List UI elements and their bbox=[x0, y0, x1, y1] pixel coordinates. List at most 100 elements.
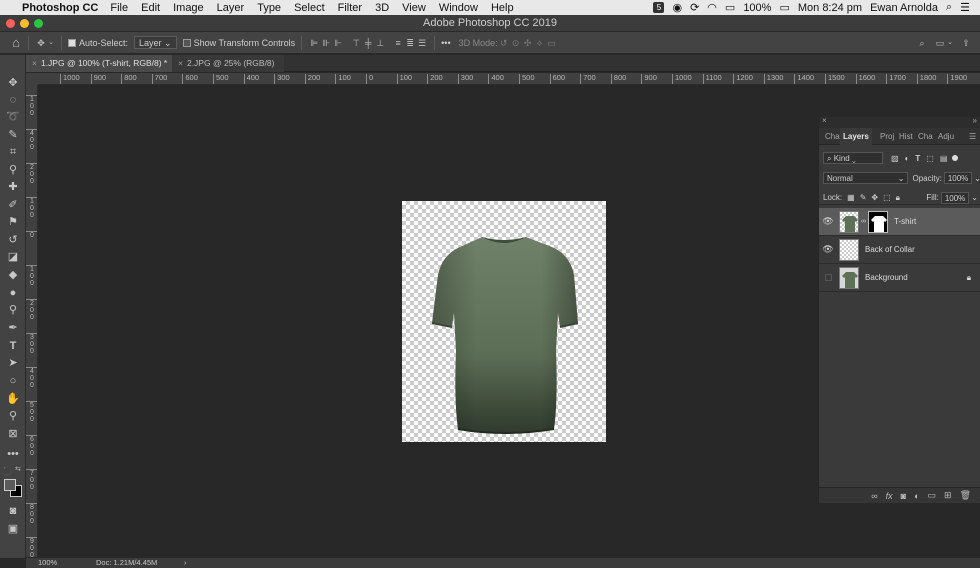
lasso-tool-icon[interactable]: ➰ bbox=[3, 109, 23, 125]
visibility-eye-icon[interactable]: 👁︎ bbox=[819, 216, 837, 227]
healing-brush-tool-icon[interactable]: ✚ bbox=[3, 179, 23, 195]
link-icon[interactable]: ∞ bbox=[861, 218, 866, 225]
align-center-h-icon[interactable]: ⊪ bbox=[320, 37, 332, 49]
foreground-color-swatch[interactable] bbox=[4, 479, 16, 491]
eyedropper-tool-icon[interactable]: ⚲ bbox=[3, 162, 23, 178]
blur-tool-icon[interactable]: ● bbox=[3, 285, 23, 301]
menu-view[interactable]: View bbox=[402, 2, 426, 14]
vertical-ruler[interactable]: 1 0 0 4 0 0 2 0 0 1 0 0 0 1 0 0 2 0 0 3 0 0 4 0 … bbox=[26, 85, 38, 557]
airplay-icon[interactable]: ▭ bbox=[725, 1, 735, 14]
visibility-toggle-off[interactable] bbox=[819, 273, 837, 283]
3d-orbit-icon[interactable]: ↺ bbox=[498, 37, 510, 49]
search-icon[interactable]: ⌕ bbox=[946, 1, 952, 14]
adjustment-layer-icon[interactable]: ◐ bbox=[914, 491, 919, 501]
move-tool-icon[interactable]: ✥ bbox=[3, 75, 23, 91]
filter-type-icon[interactable]: T bbox=[915, 154, 920, 163]
layer-row-background[interactable]: Background 🔒︎ bbox=[819, 264, 980, 292]
filter-smart-object-icon[interactable]: ▤ bbox=[940, 154, 948, 163]
eraser-tool-icon[interactable]: ◪ bbox=[3, 249, 23, 265]
eye-menu-icon[interactable]: ◉ bbox=[672, 1, 682, 14]
distribute-center-icon[interactable]: ≣ bbox=[404, 37, 416, 49]
menu-file[interactable]: File bbox=[110, 2, 128, 14]
lock-all-icon[interactable]: 🔒︎ bbox=[896, 193, 900, 203]
status-menu-arrow[interactable]: › bbox=[184, 558, 187, 568]
filter-kind-dropdown[interactable]: ⌕ Kind ⌄ bbox=[823, 152, 883, 164]
chevron-down-icon[interactable]: ⌄ bbox=[946, 37, 954, 49]
layer-mask-thumbnail[interactable] bbox=[868, 210, 888, 233]
new-group-icon[interactable]: ▭ bbox=[928, 490, 937, 501]
lock-artboard-icon[interactable]: ⬚ bbox=[883, 193, 891, 202]
app-menu[interactable]: Photoshop CC bbox=[22, 2, 98, 14]
auto-select-checkbox[interactable] bbox=[68, 38, 76, 47]
tab-document-2[interactable]: × 2.JPG @ 25% (RGB/8) bbox=[172, 55, 284, 72]
quick-mask-icon[interactable]: ◙ bbox=[3, 503, 23, 519]
menu-window[interactable]: Window bbox=[439, 2, 478, 14]
zoom-tool-icon[interactable]: ⚲ bbox=[3, 408, 23, 424]
document-canvas[interactable] bbox=[402, 201, 606, 442]
clone-stamp-tool-icon[interactable]: ⚑ bbox=[3, 214, 23, 230]
add-mask-icon[interactable]: ◙ bbox=[901, 491, 906, 501]
control-center-icon[interactable]: ☰ bbox=[960, 1, 970, 14]
layer-name[interactable]: T-shirt bbox=[894, 217, 916, 226]
new-layer-icon[interactable]: ⊞ bbox=[944, 490, 952, 501]
type-tool-icon[interactable]: T bbox=[3, 338, 23, 354]
layer-row-tshirt[interactable]: 👁︎ ∞ T-shirt bbox=[819, 208, 980, 236]
panel-menu-icon[interactable]: ☰ bbox=[969, 128, 976, 145]
more-tools-icon[interactable]: ••• bbox=[3, 446, 23, 462]
align-left-icon[interactable]: ⊫ bbox=[308, 37, 320, 49]
history-brush-tool-icon[interactable]: ↺ bbox=[3, 232, 23, 248]
delete-layer-icon[interactable]: 🗑︎ bbox=[960, 490, 971, 501]
filter-shape-icon[interactable]: ⬚ bbox=[926, 154, 934, 163]
menu-layer[interactable]: Layer bbox=[217, 2, 245, 14]
distribute-bottom-icon[interactable]: ☰ bbox=[416, 37, 428, 49]
3d-slide-icon[interactable]: ⟡ bbox=[534, 37, 546, 49]
layer-name[interactable]: Back of Collar bbox=[865, 245, 915, 254]
close-tab-icon[interactable]: × bbox=[178, 58, 183, 68]
screen-mode-icon[interactable]: ▣ bbox=[3, 521, 23, 537]
3d-pan-icon[interactable]: ✣ bbox=[522, 37, 534, 49]
visibility-eye-icon[interactable]: 👁︎ bbox=[819, 244, 837, 255]
align-bottom-icon[interactable]: ⊥ bbox=[374, 37, 386, 49]
battery-icon[interactable]: ▭ bbox=[779, 1, 789, 14]
close-tab-icon[interactable]: × bbox=[32, 58, 37, 68]
filter-adjustment-icon[interactable]: ◐ bbox=[905, 154, 910, 163]
blend-mode-dropdown[interactable]: Normal ⌄ bbox=[823, 172, 909, 184]
move-tool-icon[interactable]: ✥ bbox=[35, 37, 47, 49]
workspace-icon[interactable]: ▭ bbox=[934, 37, 946, 49]
tab-document-1[interactable]: × 1.JPG @ 100% (T-shirt, RGB/8) * bbox=[26, 55, 172, 72]
3d-scale-icon[interactable]: ▭ bbox=[546, 37, 558, 49]
distribute-top-icon[interactable]: ≡ bbox=[392, 37, 404, 49]
layer-thumbnail[interactable] bbox=[839, 266, 859, 289]
shape-tool-icon[interactable]: ○ bbox=[3, 373, 23, 389]
menu-image[interactable]: Image bbox=[173, 2, 204, 14]
tab-layers[interactable]: Layers bbox=[840, 128, 872, 145]
pen-tool-icon[interactable]: ✒ bbox=[3, 320, 23, 336]
clock[interactable]: Mon 8:24 pm bbox=[798, 2, 862, 14]
hand-tool-icon[interactable]: ✋ bbox=[3, 391, 23, 407]
layer-row-back-of-collar[interactable]: 👁︎ Back of Collar bbox=[819, 236, 980, 264]
user-name[interactable]: Ewan Arnolda bbox=[870, 2, 938, 14]
align-top-icon[interactable]: ⊤ bbox=[350, 37, 362, 49]
chevron-down-icon[interactable]: ⌄ bbox=[971, 193, 978, 202]
align-right-icon[interactable]: ⊩ bbox=[332, 37, 344, 49]
3d-roll-icon[interactable]: ⊙ bbox=[510, 37, 522, 49]
ruler-corner[interactable] bbox=[26, 73, 38, 85]
show-transform-checkbox[interactable] bbox=[182, 38, 191, 47]
fill-input[interactable]: 100% bbox=[940, 191, 970, 204]
chevron-down-icon[interactable]: ⌄ bbox=[974, 174, 980, 183]
menu-select[interactable]: Select bbox=[294, 2, 325, 14]
tab-channels[interactable]: Cha bbox=[825, 128, 840, 145]
more-options-button[interactable]: ••• bbox=[441, 38, 450, 48]
lock-transparent-icon[interactable]: ▦ bbox=[847, 193, 855, 202]
layer-thumbnail[interactable] bbox=[839, 238, 859, 261]
swap-colors-icon[interactable]: ⇆ bbox=[15, 465, 21, 473]
home-icon[interactable]: ⌂ bbox=[10, 36, 22, 49]
layer-style-icon[interactable]: fx bbox=[886, 491, 893, 501]
menu-3d[interactable]: 3D bbox=[375, 2, 389, 14]
dodge-tool-icon[interactable]: ⚲ bbox=[3, 302, 23, 318]
tab-adjustments[interactable]: Adju bbox=[938, 128, 954, 145]
default-colors-icon[interactable]: ⬛ bbox=[3, 467, 12, 475]
layer-name[interactable]: Background bbox=[865, 273, 908, 282]
align-middle-v-icon[interactable]: ╪ bbox=[362, 37, 374, 49]
lock-image-icon[interactable]: ✎ bbox=[860, 193, 867, 202]
